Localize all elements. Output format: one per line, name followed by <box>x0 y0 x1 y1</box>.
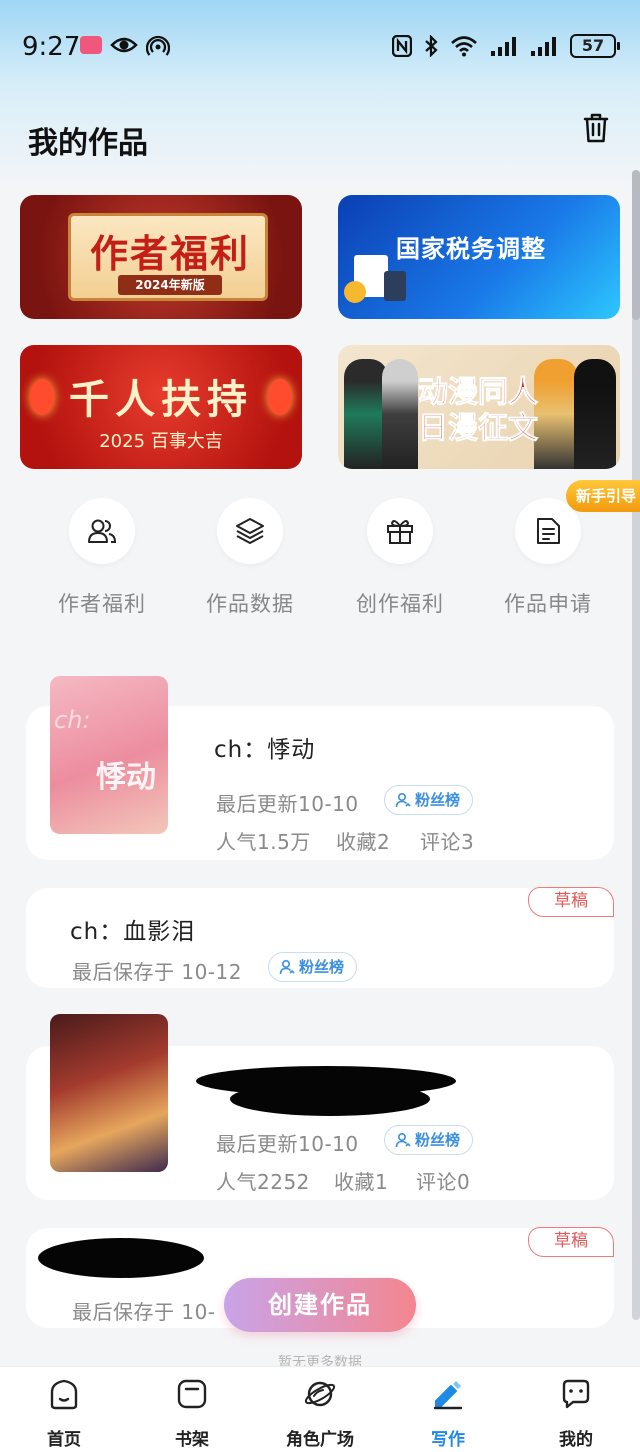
gift-icon <box>387 520 413 544</box>
quick-action-author-welfare[interactable]: 作者福利 <box>42 498 162 618</box>
quick-action-label: 作品申请 <box>504 592 592 616</box>
create-work-button[interactable]: 创建作品 <box>224 1278 416 1332</box>
work-comments: 评论3 <box>420 830 475 854</box>
work-saved: 最后保存于 10- <box>72 1300 216 1324</box>
redacted-title <box>38 1238 204 1278</box>
quick-action-circle <box>367 498 433 564</box>
work-title: ch：血影泪 <box>70 919 196 945</box>
banner-anime-contest[interactable]: 动漫同人 日漫征文 <box>338 345 620 469</box>
bookshelf-icon <box>177 1379 207 1409</box>
banner-support-program[interactable]: 千人扶持 2025 百事大吉 <box>20 345 302 469</box>
fan-user-icon <box>395 1132 411 1148</box>
users-icon <box>88 519 117 543</box>
coin-illustration <box>344 281 366 303</box>
scrollbar-track[interactable] <box>632 170 640 1320</box>
redacted-title <box>230 1082 430 1116</box>
work-cover[interactable] <box>50 1014 168 1172</box>
work-favorites: 收藏1 <box>334 1170 389 1194</box>
character-illustration <box>534 359 578 469</box>
fan-badge-label: 粉丝榜 <box>415 1131 461 1149</box>
cover-text: 悸动 <box>96 760 156 795</box>
work-comments: 评论0 <box>416 1170 471 1194</box>
nav-label: 首页 <box>47 1430 81 1450</box>
quick-action-label: 创作福利 <box>356 592 444 616</box>
banner-subtitle: 2024年新版 <box>118 275 222 295</box>
work-cover[interactable]: ch: 悸动 <box>50 676 168 834</box>
fan-user-icon <box>279 959 295 975</box>
signal-icon-1 <box>491 37 516 56</box>
character-illustration <box>574 359 616 469</box>
work-popularity: 人气2252 <box>216 1170 310 1194</box>
quick-action-circle <box>217 498 283 564</box>
fan-badge-label: 粉丝榜 <box>299 958 345 976</box>
work-updated: 最后更新10-10 <box>216 792 359 816</box>
quick-action-circle <box>515 498 581 564</box>
nav-label: 角色广场 <box>286 1430 354 1450</box>
banner-title: 作者福利 <box>89 232 250 276</box>
fan-badge-label: 粉丝榜 <box>415 791 461 809</box>
page-title: 我的作品 <box>28 126 148 161</box>
trash-icon[interactable] <box>578 110 614 146</box>
status-bar: 9:27 57 <box>0 0 640 96</box>
quick-action-work-data[interactable]: 作品数据 <box>190 498 310 618</box>
quick-action-work-application[interactable]: 作品申请 <box>488 498 608 618</box>
nav-item-me[interactable]: 我的 <box>521 1377 631 1450</box>
quick-action-label: 作品数据 <box>206 592 294 616</box>
banner-title: 千人扶持 <box>69 377 253 423</box>
draft-badge: 草稿 <box>528 887 614 917</box>
eye-icon <box>110 37 138 53</box>
banner-title: 国家税务调整 <box>396 235 546 263</box>
status-time: 9:27 <box>22 32 81 62</box>
battery-icon: 57 <box>570 34 620 58</box>
nav-item-home[interactable]: 首页 <box>9 1377 119 1450</box>
status-indicators: 57 <box>392 34 620 58</box>
draft-badge: 草稿 <box>528 1227 614 1257</box>
work-popularity: 人气1.5万 <box>216 830 311 854</box>
quick-action-circle <box>69 498 135 564</box>
hotspot-icon <box>146 35 170 56</box>
nav-item-writing[interactable]: 写作 <box>393 1377 503 1450</box>
scrollbar-thumb[interactable] <box>632 170 640 320</box>
work-title: ch：悸动 <box>214 737 316 763</box>
banner-tax-adjustment[interactable]: 国家税务调整 <box>338 195 620 319</box>
layers-icon <box>236 518 264 544</box>
nfc-icon <box>392 35 412 57</box>
bottom-navigation: 首页 书架 角色广场 写作 我的 <box>0 1366 640 1452</box>
document-icon <box>537 518 560 544</box>
pen-icon <box>433 1381 463 1410</box>
home-icon <box>50 1379 78 1410</box>
fan-ranking-badge[interactable]: 粉丝榜 <box>384 1125 474 1155</box>
fan-user-icon <box>395 792 411 808</box>
character-illustration <box>382 359 418 469</box>
nav-item-character-plaza[interactable]: 角色广场 <box>265 1377 375 1450</box>
nav-label: 写作 <box>431 1430 465 1450</box>
signal-icon-2 <box>531 37 556 56</box>
banner-author-welfare[interactable]: 作者福利 2024年新版 <box>20 195 302 319</box>
calculator-illustration <box>384 271 406 301</box>
banner-subtitle: 2025 百事大吉 <box>99 431 223 452</box>
fan-ranking-badge[interactable]: 粉丝榜 <box>268 952 358 982</box>
fan-ranking-badge[interactable]: 粉丝榜 <box>384 785 474 815</box>
planet-icon <box>304 1381 336 1407</box>
quick-action-label: 作者福利 <box>58 592 146 616</box>
banner-title-line2: 日漫征文 <box>418 411 539 447</box>
notification-app-icon <box>80 36 102 54</box>
cover-text: ch: <box>54 706 91 734</box>
nav-item-bookshelf[interactable]: 书架 <box>137 1377 247 1450</box>
nav-label: 书架 <box>175 1430 209 1450</box>
wifi-icon <box>451 36 477 57</box>
work-favorites: 收藏2 <box>336 830 391 854</box>
bluetooth-icon <box>425 35 438 57</box>
nav-label: 我的 <box>559 1430 593 1450</box>
work-saved: 最后保存于 10-12 <box>72 960 242 984</box>
chat-icon <box>562 1379 590 1409</box>
work-updated: 最后更新10-10 <box>216 1132 359 1156</box>
quick-action-creation-welfare[interactable]: 创作福利 <box>340 498 460 618</box>
